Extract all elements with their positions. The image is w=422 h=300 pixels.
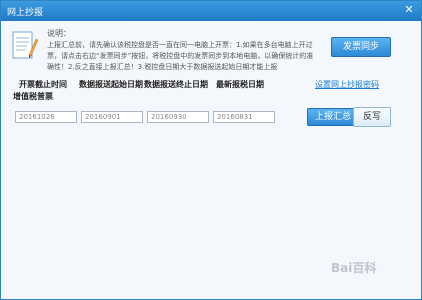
watermark: Bai百科 <box>331 261 377 275</box>
upload-summary-button[interactable]: 上报汇总 <box>307 108 359 126</box>
column-header-invoice-cutoff: 开票截止时间 <box>19 80 67 89</box>
data-start-date-field[interactable]: 20160901 <box>81 111 143 123</box>
column-header-data-end: 数据报送终止日期 <box>144 80 208 89</box>
set-password-link[interactable]: 设置网上抄报密码 <box>315 79 379 90</box>
upload-dialog: 网上抄报 ✕ 说明： 上报汇总前，请先确认该税控盘是否一直在同一电脑上开票：1.… <box>0 0 422 300</box>
latest-tax-date-field[interactable]: 20160831 <box>213 111 275 123</box>
document-pencil-icon <box>12 31 39 59</box>
description-text: 上报汇总前，请先确认该税控盘是否一直在同一电脑上开票：1.如果在多台电脑上开过票… <box>47 41 314 71</box>
invoice-cutoff-field[interactable]: 20161026 <box>15 111 77 123</box>
reverse-write-button[interactable]: 反写 <box>353 107 391 127</box>
title-bar: 网上抄报 ✕ <box>1 1 421 21</box>
close-icon[interactable]: ✕ <box>403 4 415 16</box>
data-end-date-field[interactable]: 20160930 <box>147 111 209 123</box>
description-heading: 说明： <box>47 29 71 38</box>
column-header-data-start: 数据报送起始日期 <box>79 80 143 89</box>
window-title: 网上抄报 <box>7 8 44 18</box>
invoice-sync-button[interactable]: 发票同步 <box>331 37 391 57</box>
column-header-latest-tax: 最新报税日期 <box>216 80 264 89</box>
vat-ordinary-invoice-label: 增值税普票 <box>13 92 53 101</box>
